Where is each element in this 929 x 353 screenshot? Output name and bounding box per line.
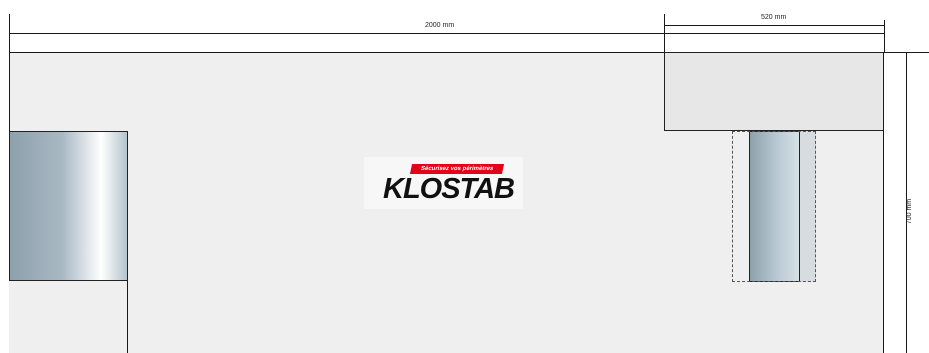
width-dimension-label: 2000 mm	[425, 22, 455, 29]
height-dimension-label: 700 mm	[906, 198, 914, 225]
width-dimension-line	[9, 33, 884, 34]
logo-brand-text: KLOSTAB	[383, 173, 515, 205]
post-width-dimension-line	[664, 25, 884, 26]
panel-left-edge-lower	[127, 281, 128, 353]
post-width-tick-right	[884, 20, 885, 52]
post-width-label: 520 mm	[761, 14, 787, 21]
left-post	[9, 131, 128, 281]
width-dimension-tick-left	[9, 14, 10, 52]
panel-right-edge	[883, 52, 884, 353]
post-width-tick-left	[664, 14, 665, 52]
panel-left-edge-upper	[9, 52, 10, 131]
top-gap	[9, 34, 664, 52]
top-right-box	[664, 52, 884, 131]
post-dashed-outline	[732, 131, 816, 282]
